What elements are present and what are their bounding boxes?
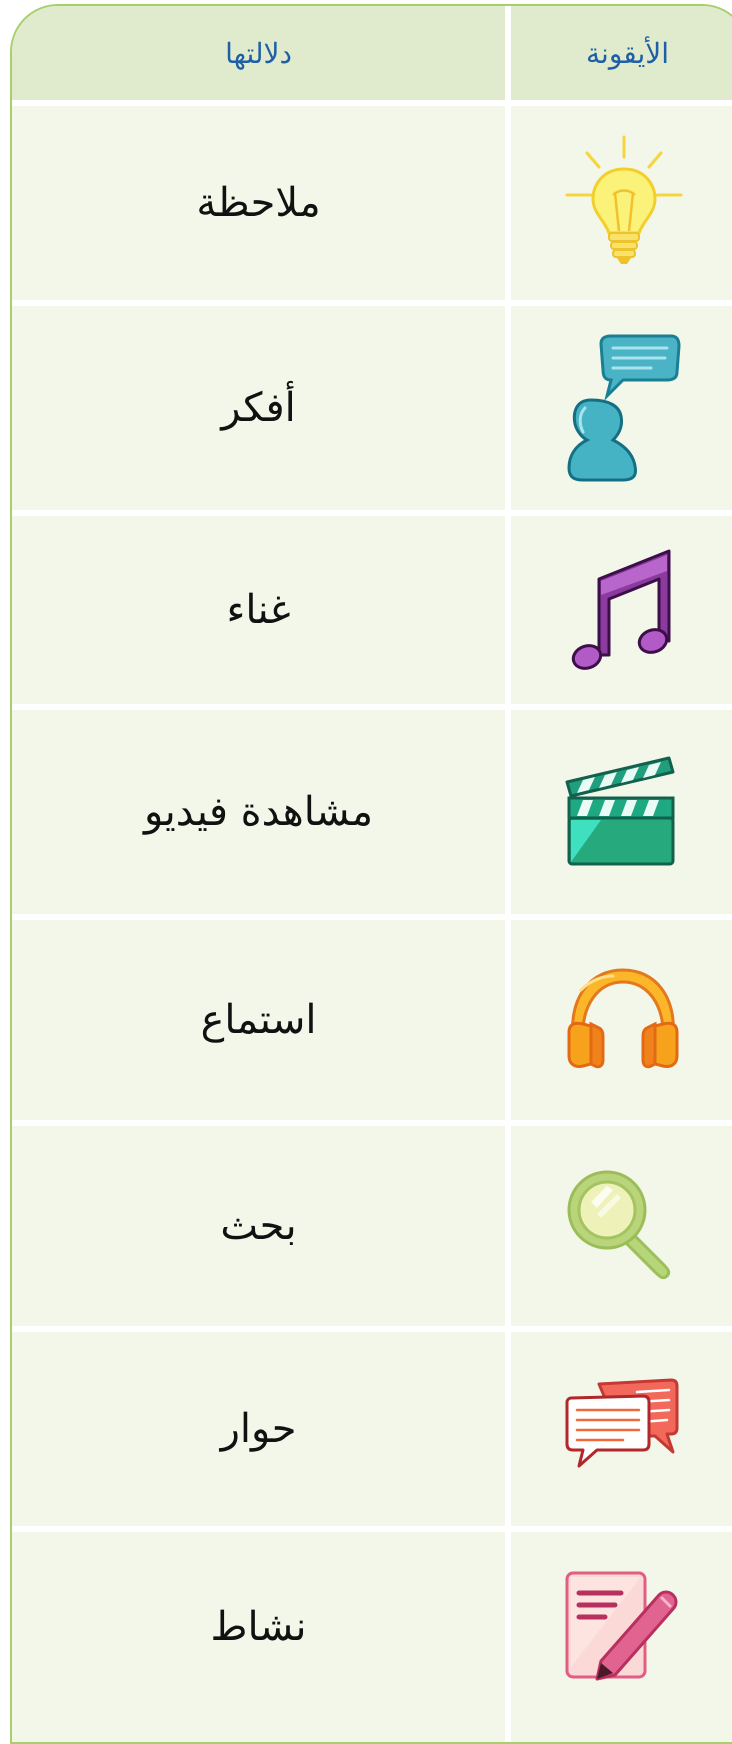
table-header: دلالتها الأيقونة <box>12 6 732 100</box>
chat-bubbles-icon <box>565 1378 679 1468</box>
icons-table: دلالتها الأيقونة ملاحظة أفكر غناء مشاهدة… <box>10 4 732 1744</box>
table-row: غناء <box>12 516 732 704</box>
row-meaning: غناء <box>226 587 291 633</box>
row-meaning: استماع <box>200 997 317 1043</box>
header-icon: الأيقونة <box>586 36 669 70</box>
table-row: أفكر <box>12 306 732 510</box>
column-divider <box>505 6 511 1742</box>
headphones-icon <box>567 968 679 1069</box>
header-meaning: دلالتها <box>225 36 292 70</box>
row-meaning: حوار <box>220 1406 297 1452</box>
table-row: حوار <box>12 1332 732 1526</box>
row-meaning: بحث <box>220 1203 297 1249</box>
clapperboard-icon <box>565 756 675 866</box>
table-row: استماع <box>12 920 732 1120</box>
table-row: بحث <box>12 1126 732 1326</box>
table-row: مشاهدة فيديو <box>12 710 732 914</box>
magnifier-icon <box>567 1170 671 1280</box>
music-note-icon <box>571 549 671 670</box>
row-meaning: نشاط <box>210 1604 307 1650</box>
row-meaning: ملاحظة <box>196 180 321 226</box>
pencil-note-icon <box>565 1571 678 1681</box>
table-row: نشاط <box>12 1532 732 1742</box>
row-meaning: مشاهدة فيديو <box>143 789 374 835</box>
person-speech-bubble-icon <box>567 334 681 482</box>
row-meaning: أفكر <box>221 385 296 431</box>
table-row: ملاحظة <box>12 106 732 300</box>
lightbulb-icon <box>565 135 683 264</box>
